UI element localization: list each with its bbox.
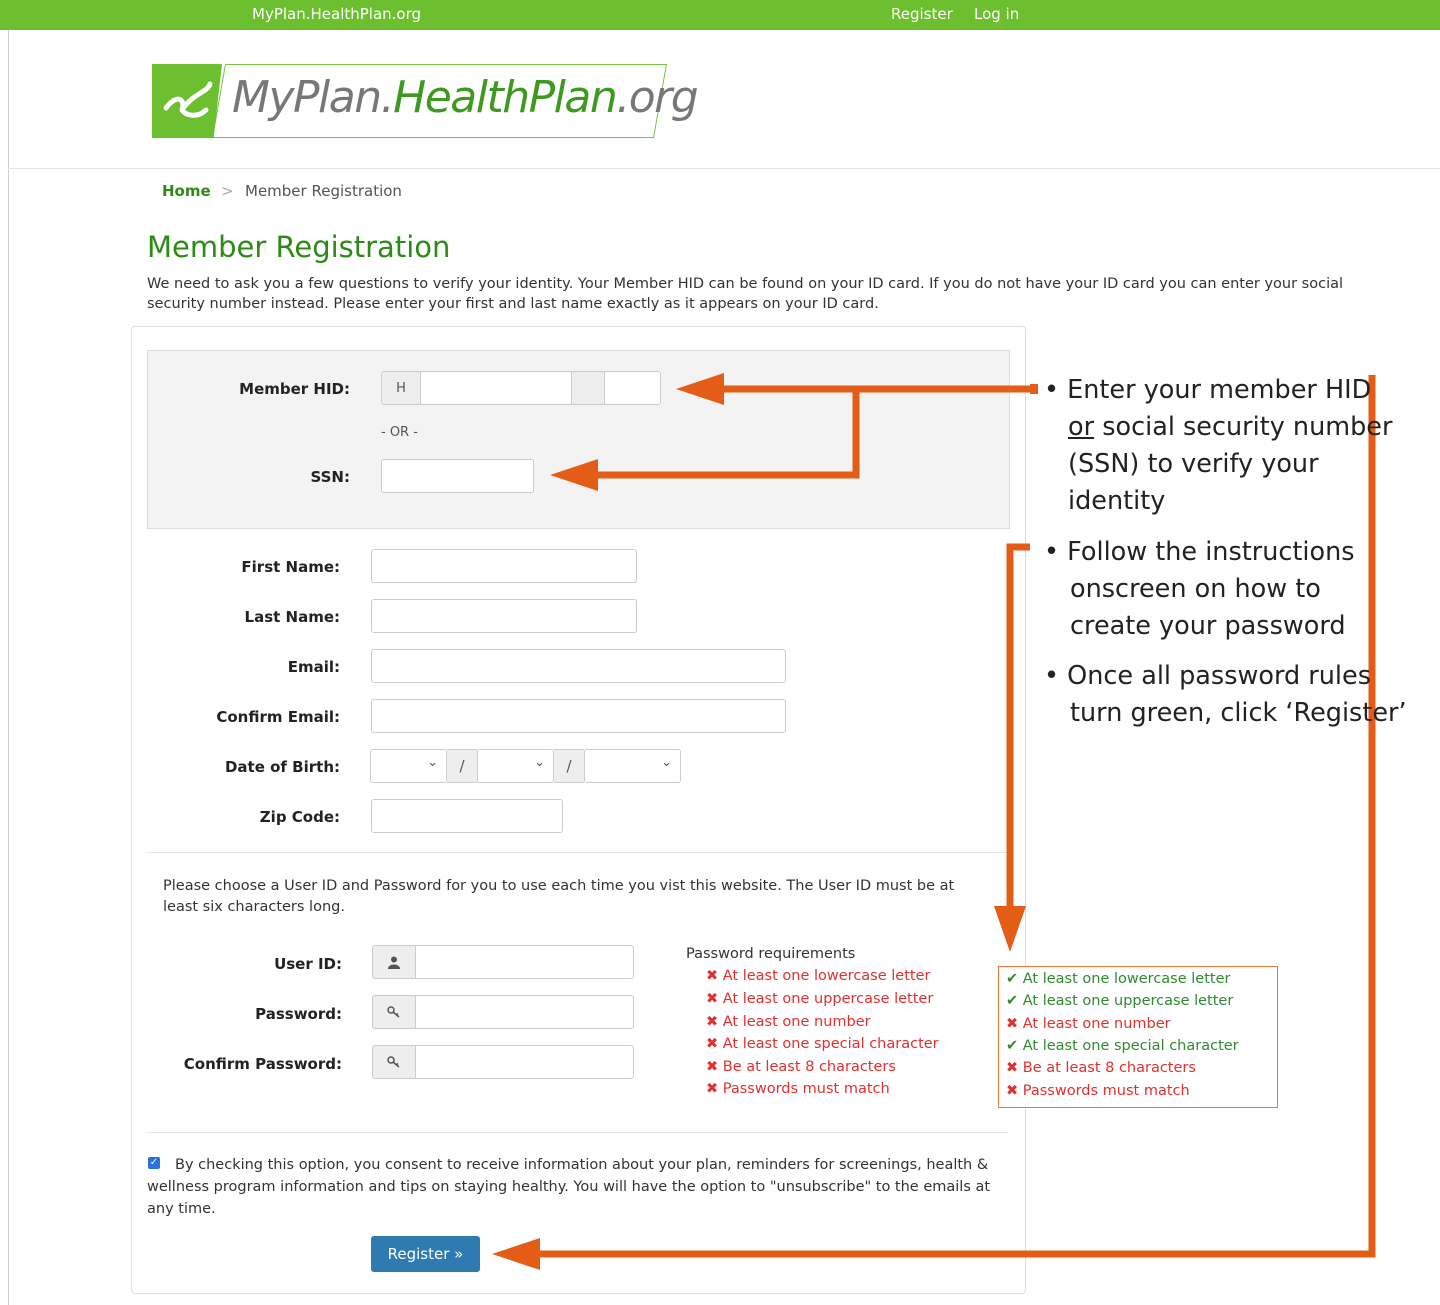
arrow-password-line	[1006, 543, 1030, 912]
arrowhead-hid	[676, 373, 724, 405]
note-click-register: • Once all password rules turn green, cl…	[1044, 661, 1407, 728]
note-verify-identity: • Enter your member HID or social securi…	[1044, 375, 1393, 516]
arrowhead-password	[994, 906, 1026, 952]
arrowhead-ssn	[550, 459, 598, 491]
arrowhead-register	[492, 1238, 540, 1270]
note-create-password: • Follow the instructions onscreen on ho…	[1044, 537, 1355, 641]
arrow-tail-hid	[1030, 384, 1038, 394]
annotation-arrows	[492, 373, 1376, 1270]
